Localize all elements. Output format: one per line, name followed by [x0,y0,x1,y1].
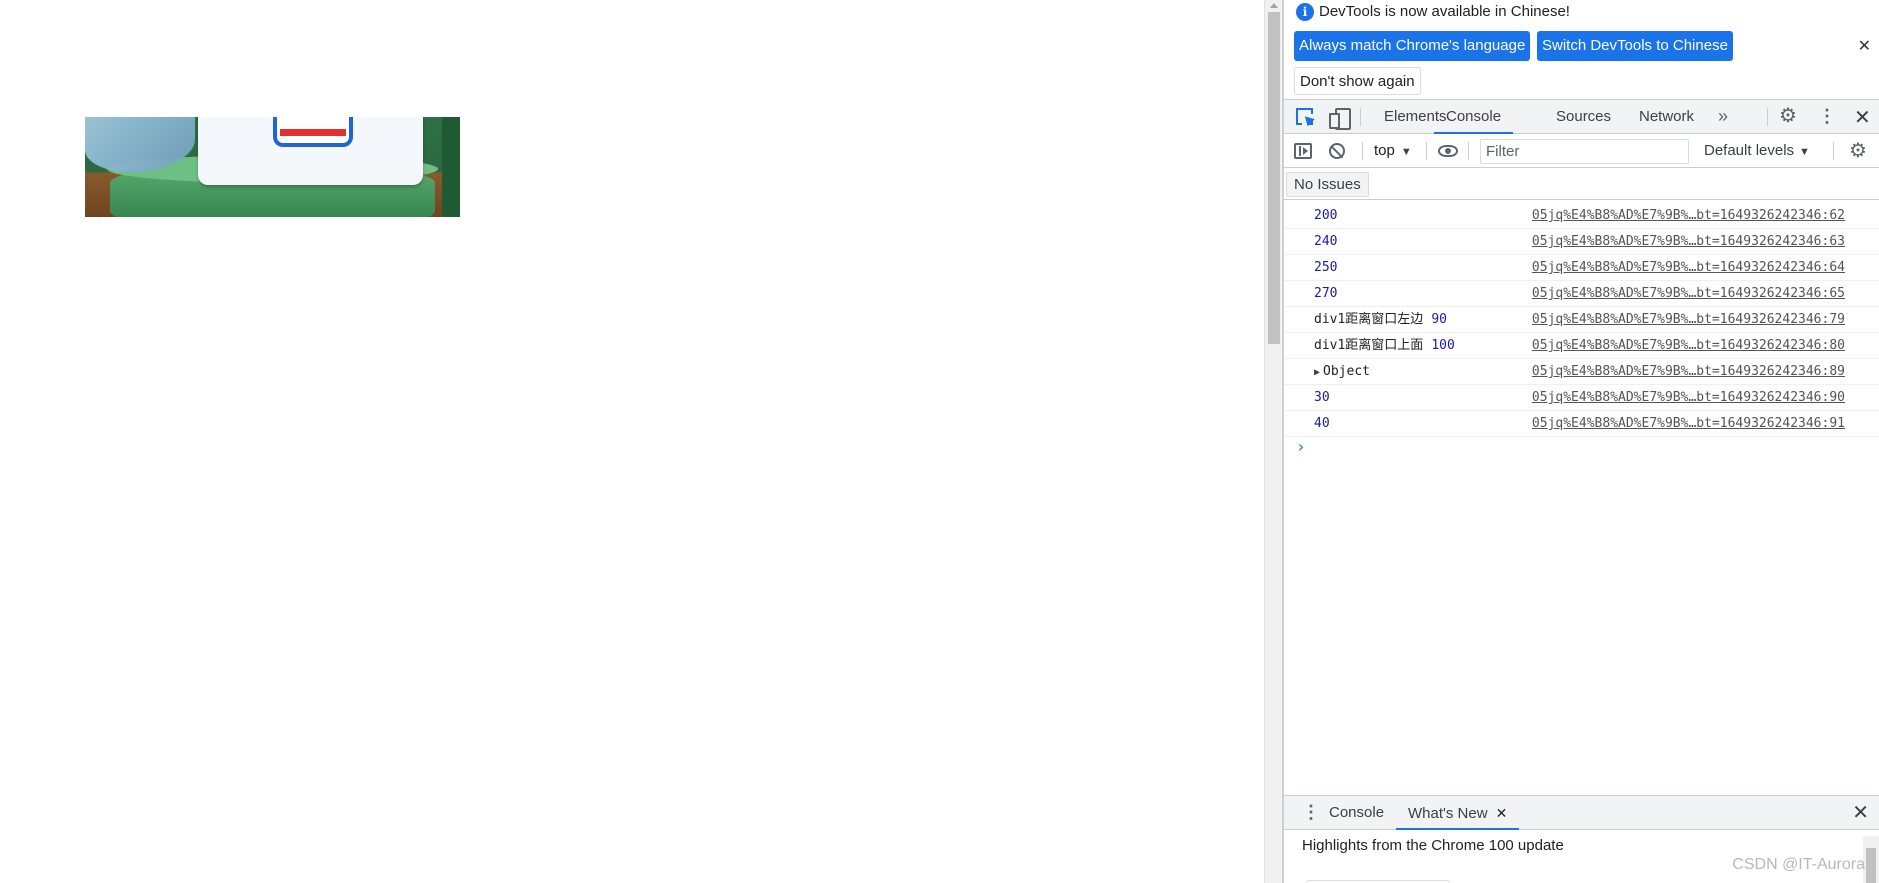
divider [1833,142,1834,160]
console-message: 250 05jq%E4%B8%AD%E7%9B%…bt=1649326242346… [1284,255,1879,281]
live-expression-eye-icon[interactable] [1438,145,1458,157]
drawer-tabbar: ⋮ Console What's New ✕ ✕ [1284,796,1879,830]
switch-to-chinese-button[interactable]: Switch DevTools to Chinese [1537,31,1733,61]
source-link[interactable]: 05jq%E4%B8%AD%E7%9B%…bt=1649326242346:62 [1532,203,1845,228]
message-value: 100 [1431,338,1455,353]
drawer-close-icon[interactable]: ✕ [1852,800,1869,825]
source-link[interactable]: 05jq%E4%B8%AD%E7%9B%…bt=1649326242346:90 [1532,385,1845,410]
message-label: Object [1323,364,1370,379]
leaf-background [442,117,460,217]
message-value: 30 [1314,390,1330,405]
match-language-button[interactable]: Always match Chrome's language [1294,31,1531,61]
message-text: 200 [1314,203,1337,228]
console-message: 30 05jq%E4%B8%AD%E7%9B%…bt=1649326242346:… [1284,385,1879,411]
tab-sources[interactable]: Sources [1556,100,1611,134]
source-link[interactable]: 05jq%E4%B8%AD%E7%9B%…bt=1649326242346:63 [1532,229,1845,254]
issues-button[interactable]: No Issues [1286,172,1369,197]
context-label: top [1374,142,1395,159]
console-prompt[interactable]: › [1296,437,1306,456]
message-text: 40 [1314,411,1330,436]
page-scrollbar[interactable] [1264,0,1282,883]
message-label: div1距离窗口左边 [1314,312,1424,327]
divider [1468,142,1469,160]
source-link[interactable]: 05jq%E4%B8%AD%E7%9B%…bt=1649326242346:79 [1532,307,1845,332]
console-message: 240 05jq%E4%B8%AD%E7%9B%…bt=1649326242346… [1284,229,1879,255]
message-value: 240 [1314,234,1338,249]
info-icon: i [1296,3,1314,21]
scrollbar-thumb[interactable] [1268,12,1280,344]
divider [1360,108,1361,126]
browser-window: i DevTools is now available in Chinese! … [0,0,1879,883]
device-toolbar-icon[interactable] [1329,108,1351,130]
whats-new-heading: Highlights from the Chrome 100 update [1302,837,1564,854]
inspect-element-icon[interactable] [1296,108,1316,126]
drawer-tab-console[interactable]: Console [1329,796,1384,830]
caret-down-icon: ▼ [1799,146,1810,158]
console-messages: 200 05jq%E4%B8%AD%E7%9B%…bt=1649326242346… [1284,203,1879,456]
tab-network[interactable]: Network [1639,100,1694,134]
context-selector[interactable]: top ▼ [1374,134,1412,168]
source-link[interactable]: 05jq%E4%B8%AD%E7%9B%…bt=1649326242346:80 [1532,333,1845,358]
message-value: 250 [1314,260,1338,275]
console-message: 270 05jq%E4%B8%AD%E7%9B%…bt=1649326242346… [1284,281,1879,307]
dont-show-again-button[interactable]: Don't show again [1294,67,1421,95]
message-text: 250 [1314,255,1337,280]
drawer-scrollbar[interactable] [1863,836,1879,883]
caret-down-icon: ▼ [1400,146,1412,158]
language-banner: i DevTools is now available in Chinese! … [1284,0,1879,100]
tab-close-icon[interactable]: ✕ [1496,805,1508,821]
message-label: div1距离窗口上面 [1314,338,1424,353]
divider [1426,142,1427,160]
package-red-strip [280,129,346,136]
source-link[interactable]: 05jq%E4%B8%AD%E7%9B%…bt=1649326242346:91 [1532,411,1845,436]
levels-label: Default levels [1704,142,1795,159]
devtools-panel: i DevTools is now available in Chinese! … [1284,0,1879,883]
wipes-package [198,117,423,185]
watermark: CSDN @IT-Aurora [1732,856,1865,873]
customize-menu-icon[interactable]: ⋮ [1818,106,1836,126]
message-value: 270 [1314,286,1338,301]
drawer-tab-whats-new[interactable]: What's New ✕ [1396,796,1520,830]
message-value: 90 [1431,312,1447,327]
log-levels-dropdown[interactable]: Default levels ▼ [1704,134,1810,168]
scroll-up-arrow-icon[interactable] [1270,3,1278,8]
whats-new-label: What's New [1408,805,1488,822]
source-link[interactable]: 05jq%E4%B8%AD%E7%9B%…bt=1649326242346:64 [1532,255,1845,280]
console-message: div1距离窗口上面 100 05jq%E4%B8%AD%E7%9B%…bt=164… [1284,333,1879,359]
source-link[interactable]: 05jq%E4%B8%AD%E7%9B%…bt=1649326242346:65 [1532,281,1845,306]
message-value: 200 [1314,208,1338,223]
devtools-tabbar: Elements Console Sources Network » ⚙ ⋮ ✕ [1284,100,1879,134]
message-value: 40 [1314,416,1330,431]
web-page [0,0,1264,883]
console-sidebar-icon[interactable] [1294,143,1312,159]
source-link[interactable]: 05jq%E4%B8%AD%E7%9B%…bt=1649326242346:89 [1532,359,1845,384]
scrollbar-thumb[interactable] [1866,848,1876,883]
message-text[interactable]: ▶ Object [1314,359,1370,385]
settings-gear-icon[interactable]: ⚙ [1778,106,1798,126]
console-settings-gear-icon[interactable]: ⚙ [1848,141,1868,161]
issues-bar: No Issues [1284,168,1879,200]
filter-input[interactable] [1480,139,1689,164]
console-message: div1距离窗口左边 90 05jq%E4%B8%AD%E7%9B%…bt=1649… [1284,307,1879,333]
banner-close-icon[interactable]: ✕ [1858,36,1871,56]
message-text: 240 [1314,229,1337,254]
console-message: ▶ Object 05jq%E4%B8%AD%E7%9B%…bt=164932624… [1284,359,1879,385]
tab-console[interactable]: Console [1434,100,1514,134]
console-message: 40 05jq%E4%B8%AD%E7%9B%…bt=1649326242346:… [1284,411,1879,437]
banner-message: DevTools is now available in Chinese! [1319,3,1570,20]
devtools-close-icon[interactable]: ✕ [1854,105,1871,130]
message-text: 30 [1314,385,1330,410]
clear-console-icon[interactable] [1329,143,1345,159]
divider [1767,108,1768,126]
more-tabs-icon[interactable]: » [1718,106,1728,127]
drawer-menu-icon[interactable]: ⋮ [1302,802,1320,823]
product-image [85,117,460,217]
divider [1362,142,1363,160]
message-text: 270 [1314,281,1337,306]
message-text: div1距离窗口上面 100 [1314,333,1455,358]
console-message: 200 05jq%E4%B8%AD%E7%9B%…bt=1649326242346… [1284,203,1879,229]
console-toolbar: top ▼ Default levels ▼ ⚙ [1284,134,1879,168]
expand-triangle-icon[interactable]: ▶ [1314,367,1320,378]
message-text: div1距离窗口左边 90 [1314,307,1447,332]
